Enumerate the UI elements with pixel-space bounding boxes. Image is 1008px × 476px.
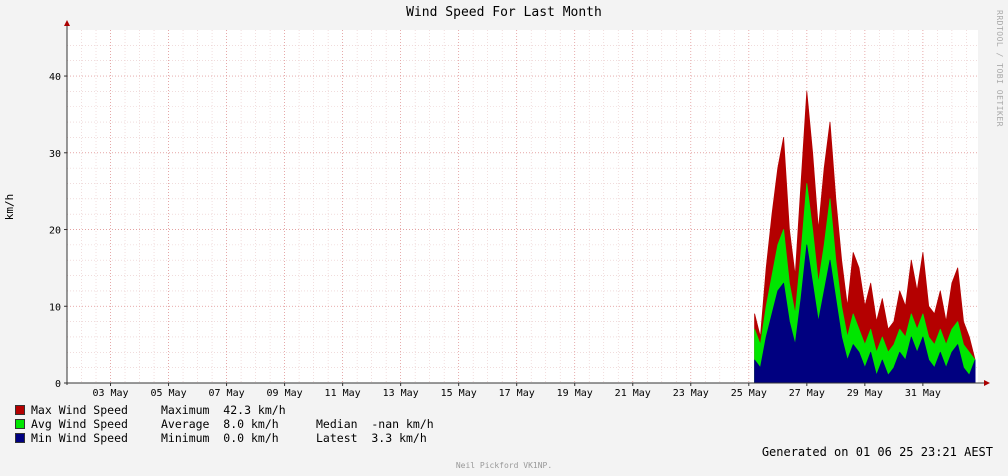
rrdtool-label: RRDTOOL / TOBI OETIKER bbox=[995, 10, 1004, 127]
legend-row-min: Min Wind Speed Minimum 0.0 km/h Latest 3… bbox=[15, 431, 434, 445]
x-tick-label: 27 May bbox=[789, 388, 825, 399]
x-tick-label: 23 May bbox=[673, 388, 709, 399]
y-tick-label: 30 bbox=[49, 149, 61, 160]
legend-stat-average: Average 8.0 km/h bbox=[161, 417, 279, 431]
x-tick-label: 03 May bbox=[92, 388, 128, 399]
legend-name-avg: Avg Wind Speed bbox=[31, 417, 128, 431]
x-axis-arrow-icon bbox=[984, 380, 990, 386]
legend-swatch-min bbox=[15, 433, 25, 443]
x-tick-label: 13 May bbox=[383, 388, 419, 399]
credit-text: Neil Pickford VK1NP. bbox=[455, 461, 553, 470]
legend: Max Wind Speed Maximum 42.3 km/h Avg Win… bbox=[15, 403, 434, 445]
legend-row-avg: Avg Wind Speed Average 8.0 km/h Median -… bbox=[15, 417, 434, 431]
x-tick-label: 15 May bbox=[441, 388, 477, 399]
x-tick-label: 29 May bbox=[847, 388, 883, 399]
x-tick-label: 31 May bbox=[905, 388, 941, 399]
x-tick-label: 21 May bbox=[615, 388, 651, 399]
x-tick-label: 05 May bbox=[150, 388, 186, 399]
legend-stat-median: Median -nan km/h bbox=[316, 417, 434, 431]
legend-row-max: Max Wind Speed Maximum 42.3 km/h bbox=[15, 403, 434, 417]
legend-stat-latest: Latest 3.3 km/h bbox=[316, 431, 427, 445]
x-tick-label: 09 May bbox=[267, 388, 303, 399]
x-tick-label: 07 May bbox=[209, 388, 245, 399]
generated-timestamp: Generated on 01 06 25 23:21 AEST bbox=[761, 445, 993, 459]
legend-stat-minimum: Minimum 0.0 km/h bbox=[161, 431, 279, 445]
chart-title: Wind Speed For Last Month bbox=[406, 5, 602, 20]
legend-name-min: Min Wind Speed bbox=[31, 431, 128, 445]
x-tick-label: 11 May bbox=[325, 388, 361, 399]
y-tick-label: 20 bbox=[49, 226, 61, 237]
legend-stat-maximum: Maximum 42.3 km/h bbox=[161, 403, 286, 417]
y-tick-label: 10 bbox=[49, 302, 61, 313]
y-tick-label: 0 bbox=[55, 379, 61, 390]
x-tick-label: 19 May bbox=[557, 388, 593, 399]
y-axis-arrow-icon bbox=[64, 20, 70, 26]
legend-swatch-max bbox=[15, 405, 25, 415]
x-tick-label: 25 May bbox=[731, 388, 767, 399]
y-tick-label: 40 bbox=[49, 72, 61, 83]
legend-name-max: Max Wind Speed bbox=[31, 403, 128, 417]
x-tick-label: 17 May bbox=[499, 388, 535, 399]
legend-swatch-avg bbox=[15, 419, 25, 429]
y-axis-label: km/h bbox=[3, 194, 16, 221]
